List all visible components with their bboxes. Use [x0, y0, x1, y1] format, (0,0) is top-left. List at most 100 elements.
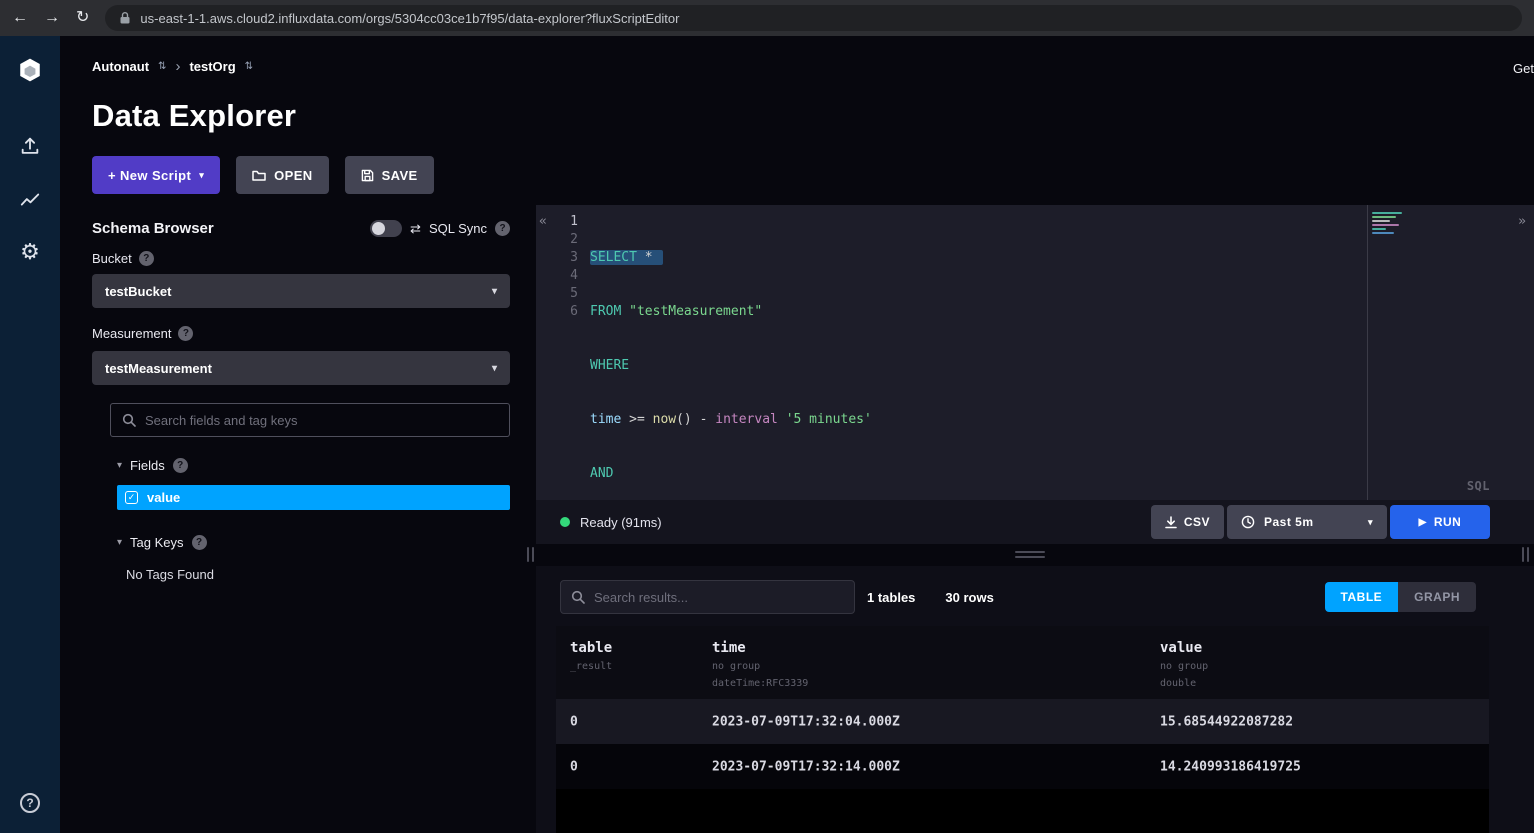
bucket-value: testBucket	[105, 284, 171, 299]
code-line: FROM "testMeasurement"	[590, 303, 872, 321]
fields-help-icon[interactable]: ?	[173, 458, 188, 473]
tag-keys-tree-toggle[interactable]: ▾ Tag Keys ?	[117, 535, 207, 550]
results-search-input[interactable]	[594, 590, 844, 605]
schema-browser-title: Schema Browser	[92, 220, 214, 237]
code-token: "testMeasurement"	[629, 304, 762, 319]
column-meta: _result	[570, 660, 612, 673]
sidebar-item-help[interactable]: ?	[0, 781, 60, 825]
new-script-label: + New Script	[108, 168, 191, 183]
sql-sync-help-icon[interactable]: ?	[495, 221, 510, 236]
line-chart-icon	[19, 189, 41, 211]
code-token: >=	[621, 412, 652, 427]
save-button[interactable]: SAVE	[345, 156, 434, 194]
measurement-value: testMeasurement	[105, 361, 212, 376]
no-tags-text: No Tags Found	[126, 567, 214, 582]
browser-reload-button[interactable]: ↻	[76, 10, 89, 26]
status-text: Ready (91ms)	[580, 515, 662, 530]
query-status-bar: Ready (91ms) CSV Past 5m ▾	[536, 500, 1534, 544]
bucket-label: Bucket	[92, 251, 132, 266]
address-bar[interactable]: us-east-1-1.aws.cloud2.influxdata.com/or…	[105, 5, 1522, 31]
project-switcher-icon[interactable]: ⇅	[245, 61, 253, 72]
caret-down-icon: ▾	[117, 460, 122, 471]
minimap-divider	[1367, 205, 1368, 500]
script-toolbar: + New Script ▾ OPEN SAVE	[92, 156, 434, 194]
code-token: '5 minutes'	[786, 412, 872, 427]
results-table-header: table _result time no group dateTime:RFC…	[556, 626, 1489, 699]
tab-graph[interactable]: GRAPH	[1398, 582, 1476, 612]
open-button[interactable]: OPEN	[236, 156, 328, 194]
code-token	[778, 412, 786, 427]
get-started-link[interactable]: Get	[1513, 61, 1534, 76]
table-row: 0 2023-07-09T17:32:14.000Z 14.2409931864…	[556, 744, 1489, 789]
new-script-button[interactable]: + New Script ▾	[92, 156, 220, 194]
run-button[interactable]: ▶ RUN	[1390, 505, 1490, 539]
breadcrumb-project[interactable]: testOrg	[189, 59, 235, 74]
page-title: Data Explorer	[92, 98, 296, 134]
search-icon	[122, 413, 136, 427]
chevron-down-icon: ▾	[492, 363, 497, 374]
schema-search	[110, 403, 510, 437]
splitter-handle-center[interactable]	[1015, 551, 1045, 561]
breadcrumb: Autonaut ⇅ › testOrg ⇅	[92, 58, 253, 75]
sidebar-item-load-data[interactable]	[0, 124, 60, 168]
org-switcher-icon[interactable]: ⇅	[158, 61, 166, 72]
splitter-handle-right[interactable]	[1522, 547, 1529, 562]
cell-value: 14.240993186419725	[1160, 759, 1301, 774]
url-text: us-east-1-1.aws.cloud2.influxdata.com/or…	[140, 11, 679, 26]
influxdb-logo[interactable]	[0, 48, 60, 92]
collapse-left-icon[interactable]: «	[539, 214, 547, 229]
field-item-value[interactable]: ✓ value	[117, 485, 510, 510]
field-value-label: value	[147, 490, 180, 505]
sql-editor[interactable]: « » 1 2 3 4 5 6 SELECT * FROM "testMeasu…	[536, 205, 1534, 500]
column-meta: double	[1160, 677, 1208, 690]
cell-time: 2023-07-09T17:32:04.000Z	[712, 714, 900, 729]
column-header-value: value	[1160, 640, 1208, 656]
measurement-help-icon[interactable]: ?	[178, 326, 193, 341]
open-label: OPEN	[274, 168, 312, 183]
code-token: () -	[676, 412, 715, 427]
panel-splitter[interactable]	[525, 544, 1534, 566]
browser-forward-button[interactable]: →	[44, 10, 60, 26]
upload-icon	[19, 135, 41, 157]
breadcrumb-org[interactable]: Autonaut	[92, 59, 149, 74]
status-ready-dot	[560, 517, 570, 527]
splitter-handle-left[interactable]	[527, 547, 534, 562]
column-meta: dateTime:RFC3339	[712, 677, 808, 690]
bucket-help-icon[interactable]: ?	[139, 251, 154, 266]
fields-label: Fields	[130, 458, 165, 473]
breadcrumb-separator: ›	[175, 58, 180, 75]
results-table: table _result time no group dateTime:RFC…	[556, 626, 1489, 833]
column-meta: no group	[1160, 660, 1208, 673]
sql-sync-toggle[interactable]	[370, 220, 402, 237]
tables-count: 1 tables	[867, 590, 915, 605]
run-label: RUN	[1434, 515, 1462, 529]
column-meta: no group	[712, 660, 808, 673]
sidebar-item-settings[interactable]: ⚙	[0, 230, 60, 274]
bucket-dropdown[interactable]: testBucket ▾	[92, 274, 510, 308]
collapse-right-icon[interactable]: »	[1518, 214, 1526, 229]
sql-sync-label: SQL Sync	[429, 221, 487, 236]
line-numbers: 1 2 3 4 5 6	[552, 213, 578, 321]
editor-minimap[interactable]	[1372, 212, 1410, 236]
code-token: *	[637, 250, 653, 265]
time-range-dropdown[interactable]: Past 5m ▾	[1227, 505, 1387, 539]
csv-download-button[interactable]: CSV	[1151, 505, 1224, 539]
save-label: SAVE	[382, 168, 418, 183]
field-checkbox[interactable]: ✓	[125, 491, 138, 504]
fields-tree-toggle[interactable]: ▾ Fields ?	[117, 458, 188, 473]
code-line: time >= now() - interval '5 minutes'	[590, 411, 872, 429]
browser-back-button[interactable]: ←	[12, 10, 28, 26]
tag-keys-help-icon[interactable]: ?	[192, 535, 207, 550]
chevron-down-icon: ▾	[1368, 518, 1373, 527]
question-mark-icon: ?	[20, 793, 40, 813]
schema-search-input[interactable]	[145, 413, 498, 428]
download-icon	[1165, 516, 1177, 529]
folder-icon	[252, 169, 266, 181]
sidebar-item-data-explorer[interactable]	[0, 178, 60, 222]
code-line: AND	[590, 465, 872, 483]
measurement-dropdown[interactable]: testMeasurement ▾	[92, 351, 510, 385]
code-token: AND	[590, 466, 613, 481]
tab-table[interactable]: TABLE	[1325, 582, 1399, 612]
save-icon	[361, 169, 374, 182]
search-icon	[571, 590, 585, 604]
